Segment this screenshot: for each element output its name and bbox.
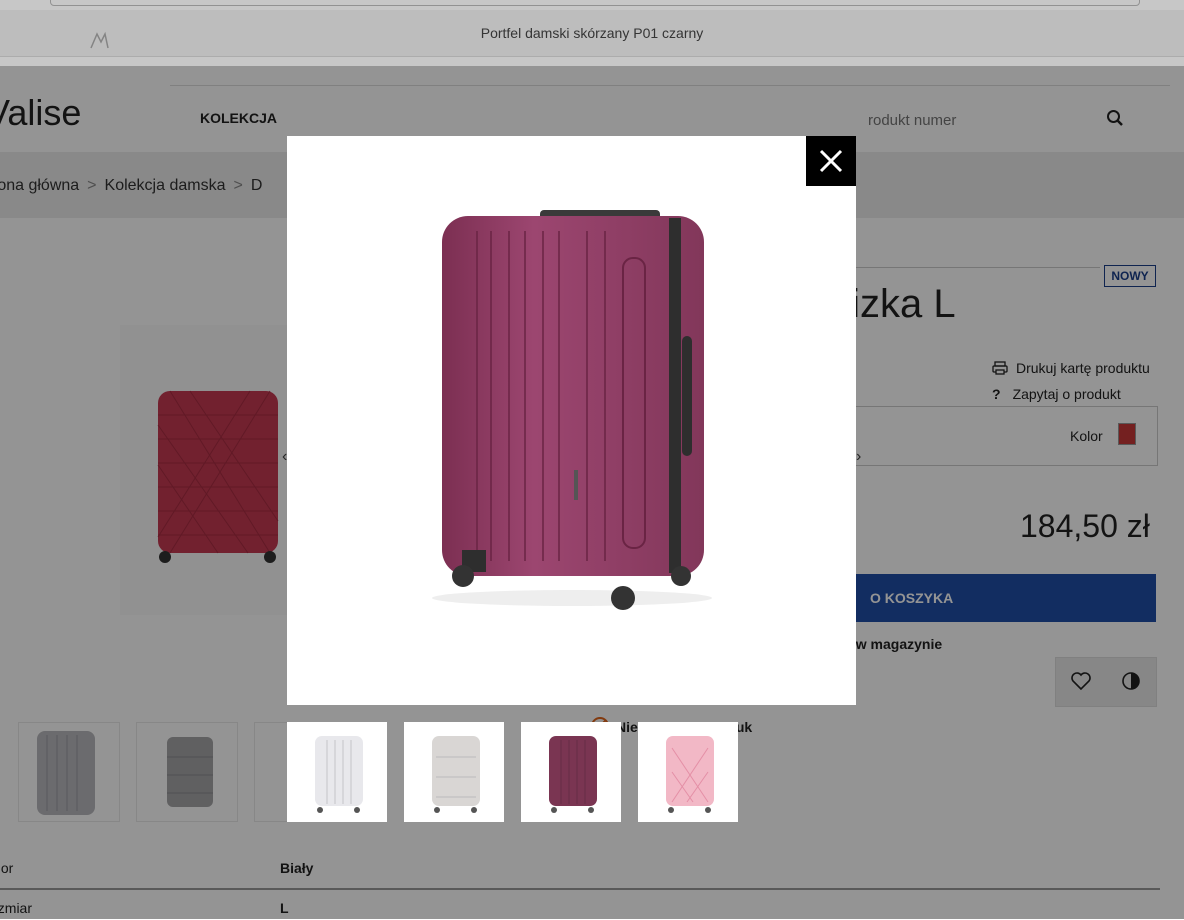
overlay-dim-top [0, 0, 1184, 66]
lightbox-thumbnail-white[interactable] [287, 722, 387, 822]
lightbox-main-image [287, 136, 856, 705]
lightbox-thumbnail-grey[interactable] [404, 722, 504, 822]
lightbox-close-button[interactable] [806, 136, 856, 186]
lightbox-image-panel [287, 136, 856, 705]
close-icon [819, 149, 843, 173]
lightbox-thumbnail-burgundy[interactable] [521, 722, 621, 822]
lightbox-thumbnail-pink[interactable] [638, 722, 738, 822]
